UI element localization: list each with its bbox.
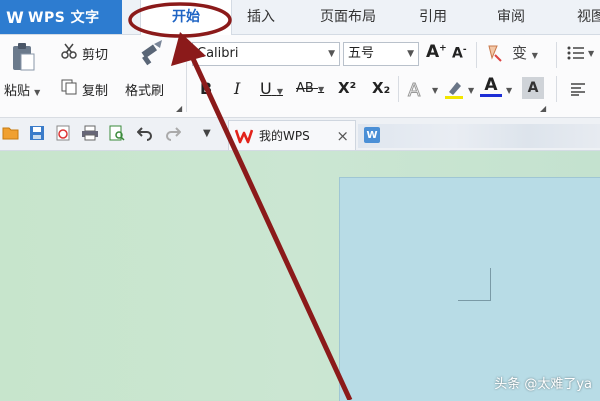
watermark: 头条 @太难了ya xyxy=(494,377,592,392)
annotation-overlay xyxy=(128,2,353,400)
annotation-circle xyxy=(128,2,232,38)
annotation-arrow-line xyxy=(187,50,353,400)
